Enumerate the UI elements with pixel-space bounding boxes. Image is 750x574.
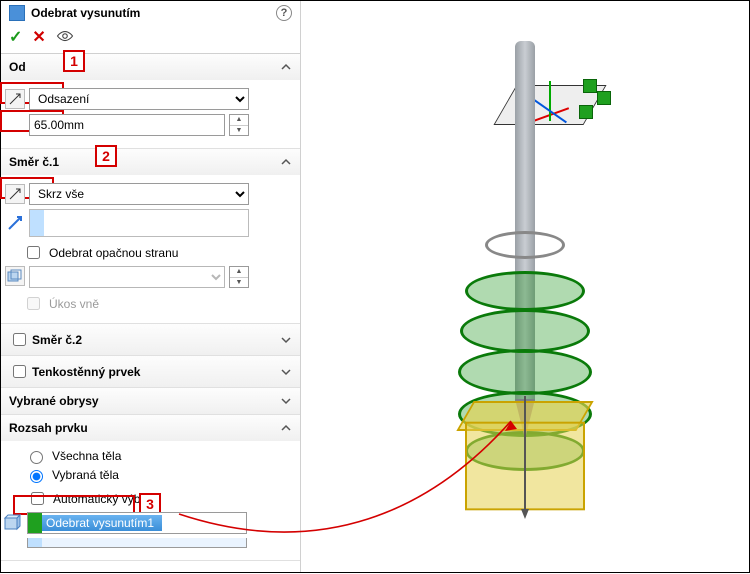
- panel-title: Odebrat vysunutím: [31, 6, 140, 20]
- flip-side-checkbox[interactable]: [27, 246, 40, 259]
- section-header-thin[interactable]: Tenkostěnný prvek: [1, 356, 300, 387]
- section-title: Směr č.1: [9, 155, 59, 169]
- draft-outward-checkbox: [27, 297, 40, 310]
- chevron-up-icon: [280, 422, 292, 434]
- flip-from-icon[interactable]: [5, 89, 25, 109]
- section-title: Směr č.2: [32, 333, 82, 347]
- solid-body-icon: [3, 514, 23, 532]
- model-preview: [515, 41, 535, 441]
- selected-bodies-listbox[interactable]: Odebrat vysunutím1: [27, 512, 247, 534]
- accept-button[interactable]: ✓: [9, 27, 22, 47]
- section-title: Od: [9, 60, 26, 74]
- scope-all-label: Všechna těla: [52, 449, 121, 463]
- section-header-from[interactable]: Od: [1, 54, 300, 80]
- body-scope-icon: [5, 266, 25, 286]
- dir1-body-spinner: ▲▼: [229, 266, 249, 288]
- help-icon[interactable]: ?: [276, 5, 292, 21]
- chevron-down-icon: [280, 366, 292, 378]
- annotation-2: 2: [95, 145, 117, 167]
- direction-vector-icon[interactable]: [5, 213, 25, 233]
- selected-body-item[interactable]: Odebrat vysunutím1: [42, 515, 162, 531]
- annotation-1: 1: [63, 50, 85, 72]
- feature-icon: [9, 5, 25, 21]
- offset-spinner[interactable]: ▲▼: [229, 114, 249, 136]
- preview-toggle-icon[interactable]: [56, 29, 74, 46]
- flip-dir1-icon[interactable]: [5, 184, 25, 204]
- chevron-up-icon: [280, 156, 292, 168]
- dir2-enable-checkbox[interactable]: [13, 333, 26, 346]
- section-title: Vybrané obrysy: [9, 394, 99, 408]
- cancel-button[interactable]: ✕: [32, 27, 45, 47]
- section-header-dir2[interactable]: Směr č.2: [1, 324, 300, 355]
- scope-selected-radio[interactable]: [30, 470, 43, 483]
- chevron-up-icon: [280, 61, 292, 73]
- section-title: Tenkostěnný prvek: [32, 365, 140, 379]
- graphics-viewport[interactable]: [301, 1, 749, 572]
- from-condition-select[interactable]: Odsazení: [29, 88, 249, 110]
- axis-line: [524, 396, 526, 511]
- section-title: Rozsah prvku: [9, 421, 88, 435]
- scope-all-radio[interactable]: [30, 451, 43, 464]
- chevron-down-icon: [280, 334, 292, 346]
- section-header-contours[interactable]: Vybrané obrysy: [1, 388, 300, 414]
- scope-selected-label: Vybraná těla: [52, 468, 119, 482]
- dir1-end-condition-select[interactable]: Skrz vše: [29, 183, 249, 205]
- dir1-body-select: [29, 266, 225, 288]
- draft-outward-label: Úkos vně: [49, 297, 99, 311]
- from-offset-input[interactable]: [29, 114, 225, 136]
- chevron-down-icon: [280, 395, 292, 407]
- dir1-reference-listbox[interactable]: [29, 209, 249, 237]
- axis-arrow-icon: [521, 509, 529, 519]
- flip-side-label: Odebrat opačnou stranu: [49, 246, 178, 260]
- selected-bodies-listbox-extra[interactable]: [27, 538, 247, 548]
- thin-enable-checkbox[interactable]: [13, 365, 26, 378]
- section-header-scope[interactable]: Rozsah prvku: [1, 415, 300, 441]
- section-header-dir1[interactable]: Směr č.1: [1, 149, 300, 175]
